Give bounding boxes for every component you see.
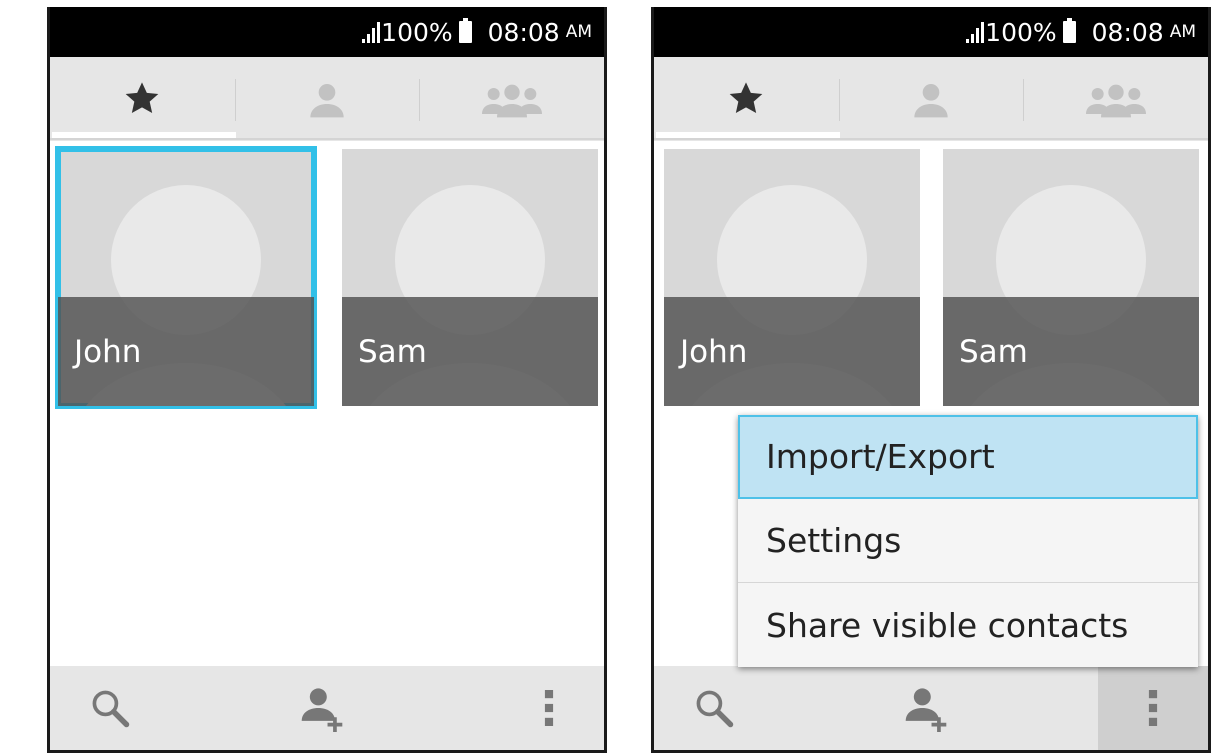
clock-time: 08:08 (1091, 17, 1164, 47)
search-button[interactable] (654, 666, 774, 750)
overflow-menu-icon (544, 690, 554, 726)
contact-tile-john[interactable]: John (664, 149, 920, 406)
bottom-action-bar (50, 666, 604, 750)
clock-ampm: AM (565, 22, 592, 42)
contact-tile-john[interactable]: John (55, 146, 317, 409)
overflow-menu-icon (1148, 690, 1158, 726)
phone-screen-contacts: 100% 08:08 AM John Sam (47, 7, 607, 753)
search-button[interactable] (50, 666, 170, 750)
tab-contacts[interactable] (234, 57, 420, 141)
add-contact-icon (301, 688, 343, 732)
add-contact-button[interactable] (866, 666, 986, 750)
clock-ampm: AM (1169, 22, 1196, 42)
phone-screen-contacts-menu: 100% 08:08 AM John Sam Import/Export Set… (651, 7, 1211, 753)
battery-percent: 100% (985, 17, 1057, 47)
clock-time: 08:08 (487, 17, 560, 47)
tab-contacts[interactable] (838, 57, 1024, 141)
battery-icon (458, 18, 472, 43)
bottom-action-bar (654, 666, 1208, 750)
signal-icon (966, 21, 985, 43)
contacts-tab-bar (50, 57, 604, 141)
menu-item-share-visible-contacts[interactable]: Share visible contacts (738, 583, 1198, 667)
tab-favorites[interactable] (50, 57, 235, 141)
contacts-tab-bar (654, 57, 1208, 141)
contact-tile-sam[interactable]: Sam (943, 149, 1199, 406)
status-bar: 100% 08:08 AM (654, 7, 1208, 57)
overflow-menu-button[interactable] (494, 666, 604, 750)
add-contact-button[interactable] (262, 666, 382, 750)
tab-favorites[interactable] (654, 57, 839, 141)
overflow-menu-button[interactable] (1098, 666, 1208, 750)
group-icon (1085, 84, 1146, 118)
search-icon (92, 690, 130, 728)
overflow-menu: Import/Export Settings Share visible con… (738, 415, 1198, 667)
battery-icon (1062, 18, 1076, 43)
search-icon (696, 690, 734, 728)
battery-percent: 100% (381, 17, 453, 47)
star-icon (125, 82, 159, 113)
signal-icon (362, 21, 381, 43)
tab-divider (654, 138, 1208, 140)
status-bar: 100% 08:08 AM (50, 7, 604, 57)
group-icon (481, 84, 542, 118)
star-icon (729, 82, 763, 113)
contact-name: John (74, 334, 142, 370)
contact-name: Sam (959, 334, 1028, 370)
contact-tile-sam[interactable]: Sam (342, 149, 598, 406)
contact-name: Sam (358, 334, 427, 370)
tab-groups[interactable] (419, 57, 604, 141)
person-icon (914, 84, 948, 118)
menu-item-settings[interactable]: Settings (738, 499, 1198, 583)
person-icon (310, 84, 344, 118)
tab-groups[interactable] (1023, 57, 1208, 141)
tab-divider (50, 138, 604, 140)
add-contact-icon (905, 688, 947, 732)
contact-name: John (680, 334, 748, 370)
menu-item-import-export[interactable]: Import/Export (738, 415, 1198, 499)
